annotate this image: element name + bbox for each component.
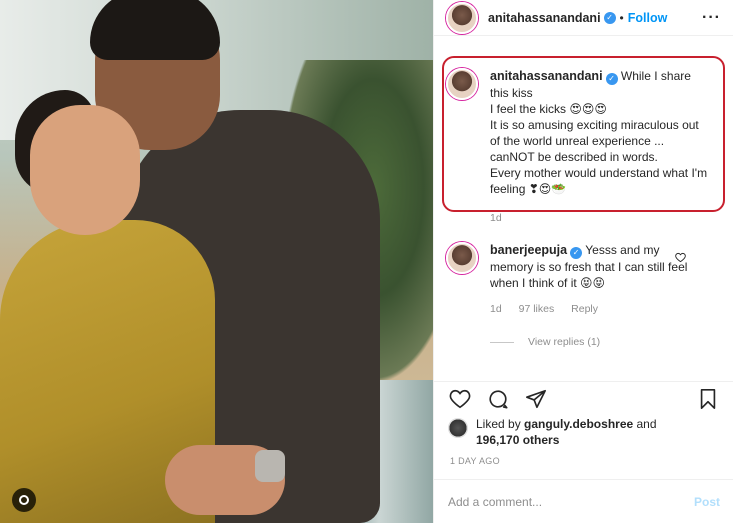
view-replies-line <box>490 341 514 343</box>
comment-meta: 1d 97 likes Reply <box>490 301 690 317</box>
post-photo[interactable] <box>0 0 433 523</box>
commenter-username[interactable]: banerjeepuja <box>490 243 567 257</box>
tagged-user-icon[interactable] <box>12 488 36 512</box>
likes-and: and <box>633 417 657 431</box>
comment-item: banerjeepuja ✓ Yesss and my memory is so … <box>434 242 702 317</box>
photo-woman-face <box>30 105 140 235</box>
separator-dot: • <box>619 10 624 25</box>
action-bar <box>434 381 733 415</box>
verified-badge-icon: ✓ <box>603 11 616 24</box>
like-heart-icon[interactable] <box>448 387 472 411</box>
post-header: anitahassanandani ✓ • Follow ··· <box>434 0 733 36</box>
likes-prefix: Liked by <box>476 417 525 431</box>
liker-avatar[interactable] <box>448 418 468 438</box>
view-replies-label[interactable]: View replies (1) <box>528 336 600 348</box>
add-comment-bar: Post <box>434 479 733 523</box>
more-options-icon[interactable]: ··· <box>702 9 721 27</box>
comment-input[interactable] <box>448 494 694 509</box>
follow-button[interactable]: Follow <box>628 11 668 25</box>
author-avatar[interactable] <box>446 1 478 34</box>
comment-like-heart-icon[interactable] <box>675 252 686 266</box>
save-bookmark-icon[interactable] <box>696 387 720 411</box>
comments-list: anitahassanandani ✓ While I share this ki… <box>434 56 733 348</box>
post-timestamp[interactable]: 1 DAY AGO <box>450 456 500 466</box>
comment-likes[interactable]: 97 likes <box>519 303 555 315</box>
commenter-avatar[interactable] <box>446 242 478 274</box>
photo-watch <box>255 450 285 482</box>
view-replies[interactable]: View replies (1) <box>490 336 600 348</box>
photo-man-hair <box>90 0 220 60</box>
author-username[interactable]: anitahassanandani <box>488 11 601 25</box>
highlight-box <box>442 56 725 212</box>
verified-badge-icon: ✓ <box>570 247 583 259</box>
likes-count[interactable]: 196,170 others <box>476 433 559 447</box>
likes-summary: Liked by ganguly.deboshree and 196,170 o… <box>448 416 706 448</box>
post-comment-button[interactable]: Post <box>694 495 720 509</box>
reply-button[interactable]: Reply <box>571 303 598 315</box>
share-paper-plane-icon[interactable] <box>524 387 548 411</box>
liker-username[interactable]: ganguly.deboshree <box>524 417 633 431</box>
post-sidebar: anitahassanandani ✓ • Follow ··· anitaha… <box>433 0 733 523</box>
caption-age: 1d <box>490 212 502 224</box>
comment-bubble-icon[interactable] <box>486 387 510 411</box>
comment-age: 1d <box>490 303 502 315</box>
